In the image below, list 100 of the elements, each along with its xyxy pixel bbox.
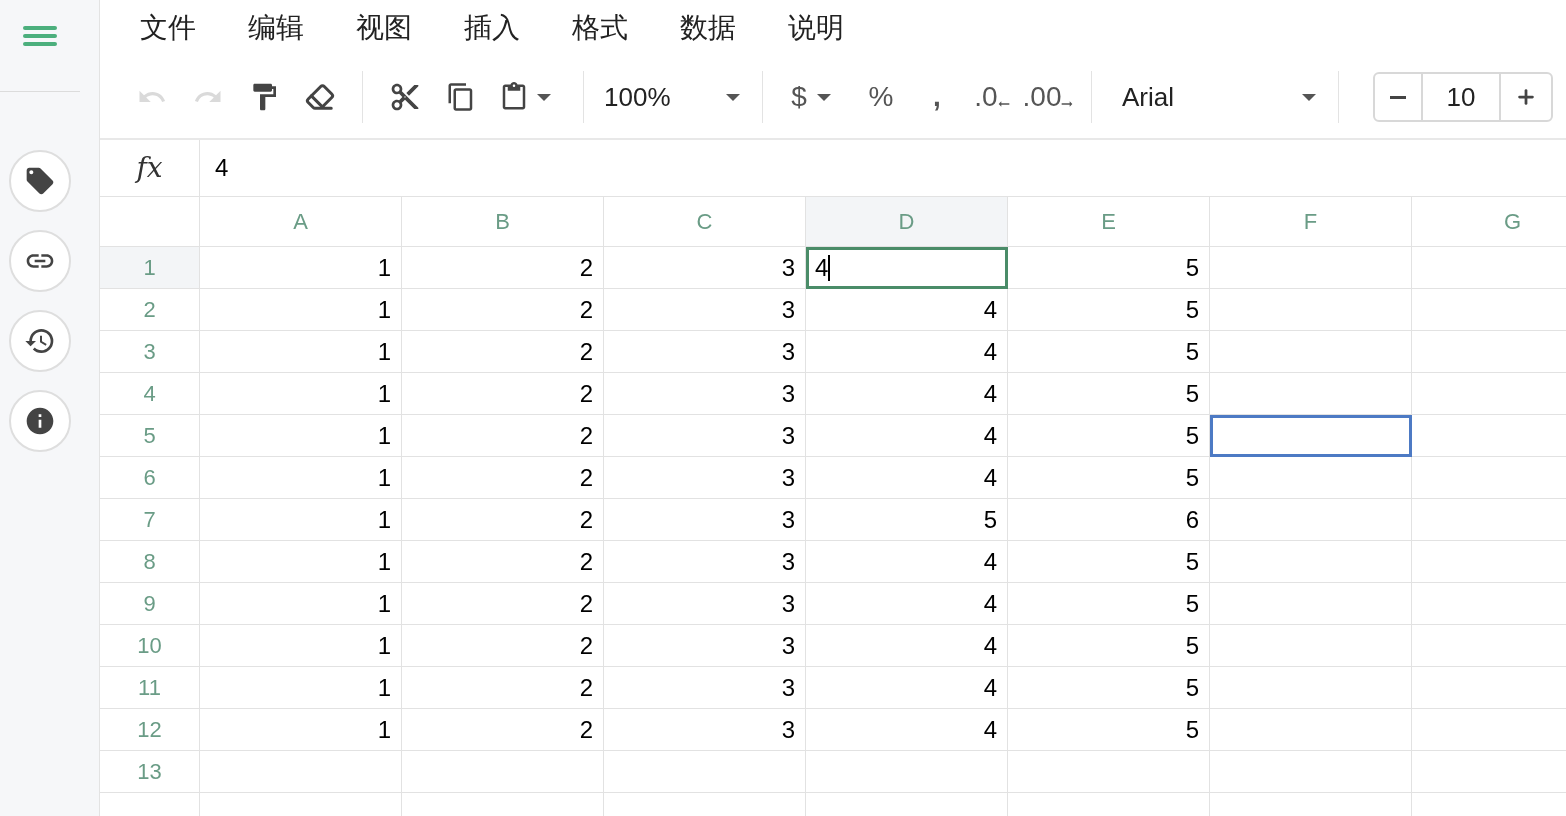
column-header[interactable]: D (806, 197, 1008, 247)
menu-item[interactable]: 说明 (788, 7, 896, 49)
increase-decimals-button[interactable]: .00 (1021, 75, 1077, 119)
sheet-corner[interactable] (100, 197, 200, 247)
decrease-decimals-button[interactable]: .0 (965, 75, 1021, 119)
table-cell: 3 (604, 331, 806, 373)
table-cell: 2 (402, 625, 604, 667)
row-header[interactable]: 1 (100, 247, 200, 289)
zoom-dropdown[interactable]: 100% (598, 75, 748, 119)
table-cell: 1 (200, 499, 402, 541)
editing-cell[interactable]: 4 (806, 247, 1008, 289)
row-header[interactable]: 6 (100, 457, 200, 499)
row-header[interactable]: 10 (100, 625, 200, 667)
menu-button[interactable] (23, 23, 57, 49)
empty-cell[interactable] (1210, 289, 1412, 331)
empty-cell[interactable] (402, 751, 604, 793)
minus-icon (1390, 95, 1406, 99)
caret-icon (537, 93, 551, 101)
caret-icon (816, 93, 831, 101)
row-header[interactable]: 12 (100, 709, 200, 751)
table-cell: 1 (200, 583, 402, 625)
empty-cell[interactable] (1210, 499, 1412, 541)
column-header[interactable]: E (1008, 197, 1210, 247)
table-cell: 4 (806, 373, 1008, 415)
table-cell: 5 (1008, 583, 1210, 625)
table-cell: 3 (604, 457, 806, 499)
column-header[interactable]: B (402, 197, 604, 247)
currency-format-button[interactable]: $ (777, 75, 853, 119)
table-cell: 4 (806, 667, 1008, 709)
table-cell: 3 (604, 541, 806, 583)
row-header[interactable]: 5 (100, 415, 200, 457)
menu-item[interactable]: 视图 (356, 7, 464, 49)
table-cell: 3 (604, 247, 806, 289)
table-cell: 5 (1008, 289, 1210, 331)
table-cell: 3 (604, 415, 806, 457)
text-cursor (828, 255, 831, 281)
menu-item[interactable]: 编辑 (248, 7, 356, 49)
menu-item[interactable]: 数据 (680, 7, 788, 49)
empty-cell[interactable] (604, 751, 806, 793)
empty-cell[interactable] (1210, 751, 1412, 793)
table-cell: 4 (806, 583, 1008, 625)
row-header[interactable]: 3 (100, 331, 200, 373)
table-cell: 1 (200, 289, 402, 331)
tag-icon (24, 165, 56, 197)
empty-cell[interactable] (1210, 541, 1412, 583)
column-header[interactable]: F (1210, 197, 1412, 247)
table-cell: 3 (604, 583, 806, 625)
empty-cell[interactable] (806, 751, 1008, 793)
table-cell: 2 (402, 709, 604, 751)
selected-cell[interactable] (1210, 415, 1412, 457)
font-dropdown[interactable]: Arial (1106, 75, 1324, 119)
empty-cell[interactable] (1210, 625, 1412, 667)
caret-icon (726, 93, 740, 101)
column-header[interactable]: C (604, 197, 806, 247)
row-header[interactable]: 7 (100, 499, 200, 541)
empty-cell[interactable] (1210, 373, 1412, 415)
menu-item[interactable]: 插入 (464, 7, 572, 49)
row-header[interactable]: 9 (100, 583, 200, 625)
table-cell: 3 (604, 499, 806, 541)
formula-label: fx (136, 150, 163, 186)
table-cell: 6 (1008, 499, 1210, 541)
table-cell: 5 (1008, 415, 1210, 457)
table-cell: 4 (806, 289, 1008, 331)
empty-cell[interactable] (1210, 247, 1412, 289)
menu-item[interactable]: 文件 (140, 7, 248, 49)
table-cell: 4 (806, 415, 1008, 457)
table-cell: 2 (402, 541, 604, 583)
formula-input[interactable]: 4 (200, 140, 1566, 196)
table-cell: 1 (200, 457, 402, 499)
row-header[interactable]: 2 (100, 289, 200, 331)
table-cell: 5 (1008, 625, 1210, 667)
column-header[interactable]: A (200, 197, 402, 247)
table-cell: 1 (200, 331, 402, 373)
empty-cell[interactable] (1210, 583, 1412, 625)
table-cell: 4 (806, 457, 1008, 499)
empty-cell[interactable] (1210, 331, 1412, 373)
table-cell: 2 (402, 667, 604, 709)
table-cell: 2 (402, 457, 604, 499)
table-cell: 3 (604, 667, 806, 709)
table-cell: 1 (200, 415, 402, 457)
row-header[interactable]: 13 (100, 751, 200, 793)
table-cell: 2 (402, 331, 604, 373)
row-header[interactable]: 11 (100, 667, 200, 709)
row-header[interactable]: 8 (100, 541, 200, 583)
font-size-value[interactable]: 10 (1423, 74, 1499, 120)
percent-format-button[interactable]: % (853, 75, 909, 119)
row-header[interactable]: 4 (100, 373, 200, 415)
empty-cell[interactable] (1210, 667, 1412, 709)
empty-cell[interactable] (1210, 709, 1412, 751)
table-cell: 1 (200, 373, 402, 415)
table-cell: 5 (1008, 709, 1210, 751)
scissors-icon (389, 81, 421, 113)
table-cell: 3 (604, 625, 806, 667)
empty-cell[interactable] (1008, 751, 1210, 793)
empty-cell[interactable] (1210, 457, 1412, 499)
comma-format-button[interactable]: , (909, 75, 965, 119)
table-cell: 5 (1008, 667, 1210, 709)
menu-item[interactable]: 格式 (572, 7, 680, 49)
info-icon (24, 405, 56, 437)
table-cell: 4 (806, 709, 1008, 751)
